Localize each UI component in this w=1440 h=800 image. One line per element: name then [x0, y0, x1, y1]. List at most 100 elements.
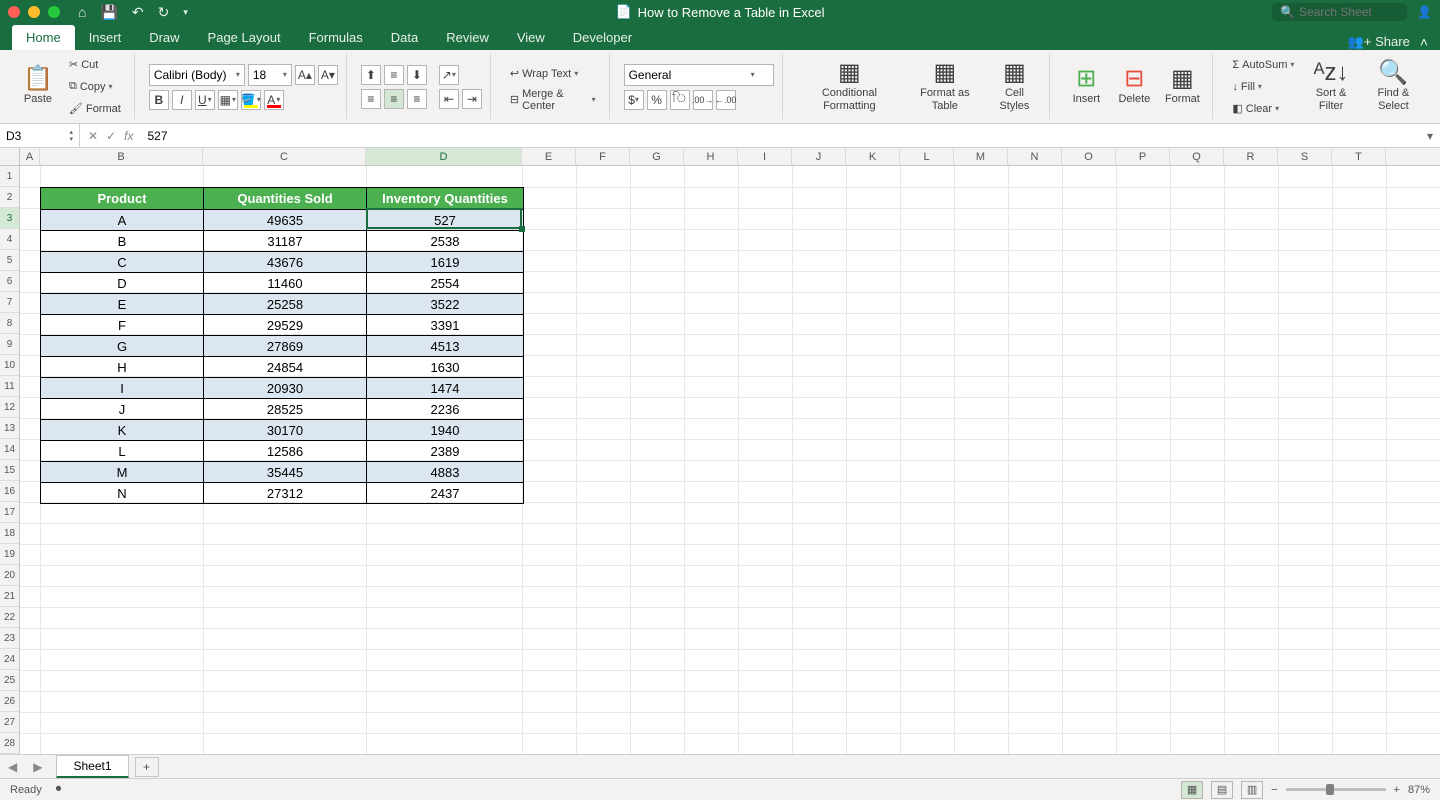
- table-cell[interactable]: 3522: [367, 293, 523, 314]
- col-header-R[interactable]: R: [1224, 148, 1278, 165]
- table-cell[interactable]: 1940: [367, 419, 523, 440]
- table-cell[interactable]: 2554: [367, 272, 523, 293]
- table-cell[interactable]: 25258: [204, 293, 367, 314]
- col-header-Q[interactable]: Q: [1170, 148, 1224, 165]
- select-all-corner[interactable]: [0, 148, 20, 166]
- table-header-cell[interactable]: Product: [41, 188, 204, 209]
- row-headers[interactable]: 1234567891011121314151617181920212223242…: [0, 166, 20, 754]
- zoom-out-icon[interactable]: −: [1271, 784, 1277, 796]
- row-header-25[interactable]: 25: [0, 670, 19, 691]
- borders-button[interactable]: ▦▾: [218, 90, 238, 110]
- cell-styles-button[interactable]: ▦Cell Styles: [988, 59, 1042, 113]
- home-icon[interactable]: ⌂: [78, 4, 86, 20]
- tab-data[interactable]: Data: [377, 25, 432, 50]
- row-header-20[interactable]: 20: [0, 565, 19, 586]
- table-cell[interactable]: J: [41, 398, 204, 419]
- cut-button[interactable]: ✂Cut: [64, 55, 126, 75]
- tab-home[interactable]: Home: [12, 25, 75, 50]
- row-header-28[interactable]: 28: [0, 733, 19, 754]
- clear-button[interactable]: ◧Clear▾: [1227, 99, 1299, 119]
- table-cell[interactable]: 27312: [204, 482, 367, 503]
- row-header-8[interactable]: 8: [0, 313, 19, 334]
- column-headers[interactable]: ABCDEFGHIJKLMNOPQRST: [20, 148, 1440, 166]
- align-center-icon[interactable]: ≡: [384, 89, 404, 109]
- row-header-26[interactable]: 26: [0, 691, 19, 712]
- tab-page-layout[interactable]: Page Layout: [194, 25, 295, 50]
- spreadsheet-grid[interactable]: ABCDEFGHIJKLMNOPQRST 1234567891011121314…: [0, 148, 1440, 754]
- table-cell[interactable]: 30170: [204, 419, 367, 440]
- col-header-G[interactable]: G: [630, 148, 684, 165]
- row-header-5[interactable]: 5: [0, 250, 19, 271]
- sheet-nav-prev-icon[interactable]: ◀: [0, 760, 25, 774]
- table-cell[interactable]: I: [41, 377, 204, 398]
- tab-draw[interactable]: Draw: [135, 25, 193, 50]
- table-cell[interactable]: 4513: [367, 335, 523, 356]
- undo-icon[interactable]: ↶: [132, 4, 144, 21]
- align-top-icon[interactable]: ⬆: [361, 65, 381, 85]
- font-name-select[interactable]: ▾: [149, 64, 245, 86]
- name-box[interactable]: D3 ▴▾: [0, 124, 80, 147]
- table-cell[interactable]: 43676: [204, 251, 367, 272]
- row-header-23[interactable]: 23: [0, 628, 19, 649]
- enter-formula-icon[interactable]: ✓: [106, 129, 116, 143]
- cancel-formula-icon[interactable]: ✕: [88, 129, 98, 143]
- macro-record-icon[interactable]: ⏺: [56, 783, 62, 796]
- paste-button[interactable]: 📋 Paste: [16, 65, 60, 107]
- col-header-O[interactable]: O: [1062, 148, 1116, 165]
- col-header-M[interactable]: M: [954, 148, 1008, 165]
- col-header-L[interactable]: L: [900, 148, 954, 165]
- table-cell[interactable]: G: [41, 335, 204, 356]
- increase-indent-icon[interactable]: ⇥: [462, 89, 482, 109]
- sort-filter-button[interactable]: ᴬᴢ↓Sort & Filter: [1303, 59, 1358, 113]
- table-cell[interactable]: 28525: [204, 398, 367, 419]
- formula-input[interactable]: 527: [141, 129, 1420, 143]
- autosum-button[interactable]: ΣAutoSum▾: [1227, 55, 1299, 75]
- collapse-ribbon-icon[interactable]: ˄: [1420, 34, 1428, 50]
- table-cell[interactable]: 27869: [204, 335, 367, 356]
- search-sheet-box[interactable]: 🔍: [1272, 3, 1407, 21]
- table-cell[interactable]: 24854: [204, 356, 367, 377]
- comma-icon[interactable]: ি: [670, 90, 690, 110]
- row-header-21[interactable]: 21: [0, 586, 19, 607]
- row-header-14[interactable]: 14: [0, 439, 19, 460]
- table-cell[interactable]: E: [41, 293, 204, 314]
- orientation-icon[interactable]: ↗▾: [439, 65, 459, 85]
- col-header-F[interactable]: F: [576, 148, 630, 165]
- col-header-B[interactable]: B: [40, 148, 203, 165]
- col-header-C[interactable]: C: [203, 148, 366, 165]
- col-header-P[interactable]: P: [1116, 148, 1170, 165]
- tab-formulas[interactable]: Formulas: [295, 25, 377, 50]
- row-header-17[interactable]: 17: [0, 502, 19, 523]
- row-header-6[interactable]: 6: [0, 271, 19, 292]
- row-header-27[interactable]: 27: [0, 712, 19, 733]
- table-cell[interactable]: M: [41, 461, 204, 482]
- underline-button[interactable]: U▾: [195, 90, 215, 110]
- wrap-text-button[interactable]: ↩Wrap Text▾: [505, 64, 601, 84]
- row-header-24[interactable]: 24: [0, 649, 19, 670]
- row-header-19[interactable]: 19: [0, 544, 19, 565]
- delete-cells-button[interactable]: ⊟Delete: [1112, 65, 1156, 107]
- table-cell[interactable]: 12586: [204, 440, 367, 461]
- font-size-select[interactable]: ▾: [248, 64, 292, 86]
- row-header-2[interactable]: 2: [0, 187, 19, 208]
- fill-button[interactable]: ↓Fill▾: [1227, 77, 1299, 97]
- redo-icon[interactable]: ↻: [158, 4, 170, 21]
- table-cell[interactable]: 2538: [367, 230, 523, 251]
- table-cell[interactable]: 31187: [204, 230, 367, 251]
- italic-button[interactable]: I: [172, 90, 192, 110]
- search-input[interactable]: [1299, 5, 1399, 19]
- row-header-7[interactable]: 7: [0, 292, 19, 313]
- table-cell[interactable]: 11460: [204, 272, 367, 293]
- table-header-cell[interactable]: Inventory Quantities: [367, 188, 523, 209]
- format-cells-button[interactable]: ▦Format: [1160, 65, 1204, 107]
- table-cell[interactable]: 1630: [367, 356, 523, 377]
- row-header-15[interactable]: 15: [0, 460, 19, 481]
- col-header-S[interactable]: S: [1278, 148, 1332, 165]
- table-cell[interactable]: K: [41, 419, 204, 440]
- increase-decimal-icon[interactable]: .00→: [693, 90, 713, 110]
- row-header-9[interactable]: 9: [0, 334, 19, 355]
- table-cell[interactable]: N: [41, 482, 204, 503]
- col-header-N[interactable]: N: [1008, 148, 1062, 165]
- align-middle-icon[interactable]: ≡: [384, 65, 404, 85]
- table-cell[interactable]: 20930: [204, 377, 367, 398]
